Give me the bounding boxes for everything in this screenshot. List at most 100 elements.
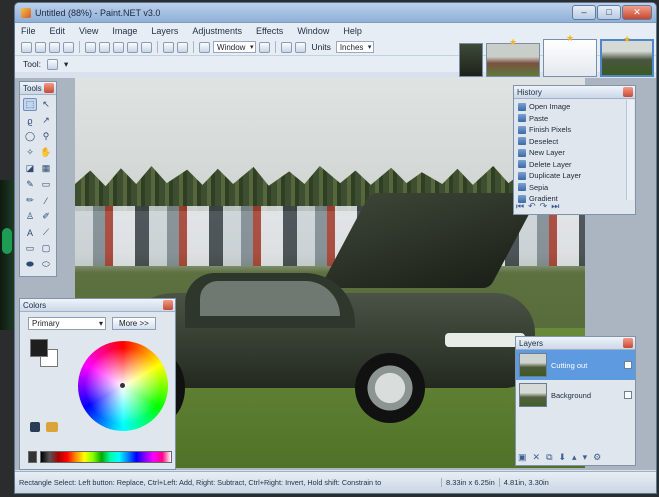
magic-wand-icon[interactable]: ✧ <box>23 146 37 159</box>
history-scrollbar[interactable] <box>626 100 634 200</box>
eraser-icon[interactable]: ▭ <box>39 178 53 191</box>
more-button[interactable]: More >> <box>112 317 156 330</box>
grid-icon[interactable] <box>281 41 293 53</box>
thumbnail-4[interactable]: ★ <box>600 34 654 77</box>
history-panel: History Open Image Paste Finish Pixels D… <box>513 85 636 215</box>
menu-file[interactable]: File <box>21 26 36 36</box>
color-palette[interactable] <box>40 451 172 463</box>
title-bar[interactable]: Untitled (88%) - Paint.NET v3.0 – □ ✕ <box>15 3 656 23</box>
recolor-icon[interactable]: ✐ <box>39 210 53 223</box>
undo-icon[interactable]: ↶ <box>528 201 536 212</box>
close-icon[interactable] <box>623 338 633 348</box>
fast-forward-icon[interactable]: ⏭ <box>551 201 559 212</box>
color-wheel-marker[interactable] <box>120 383 125 388</box>
open-icon[interactable] <box>35 41 46 53</box>
rulers-icon[interactable] <box>295 41 307 53</box>
zoom-in-icon[interactable] <box>259 41 271 53</box>
history-item[interactable]: Sepia <box>518 182 631 194</box>
copy-icon[interactable] <box>99 41 110 53</box>
minimize-button[interactable]: – <box>572 5 596 20</box>
paste-icon[interactable] <box>113 41 124 53</box>
delete-layer-icon[interactable]: ✕ <box>533 452 541 463</box>
text-icon[interactable]: A <box>23 226 37 239</box>
move-selection-icon[interactable]: ↗ <box>39 114 53 127</box>
color-wheel[interactable] <box>78 341 168 431</box>
history-item[interactable]: Finish Pixels <box>518 124 631 136</box>
freeform-shape-icon[interactable]: ⬭ <box>39 258 53 271</box>
menu-adjustments[interactable]: Adjustments <box>192 26 242 36</box>
gradient-icon[interactable]: ▦ <box>39 162 53 175</box>
undo-icon[interactable] <box>163 41 174 53</box>
menu-layers[interactable]: Layers <box>151 26 178 36</box>
tools-panel-header[interactable]: Tools <box>20 82 56 95</box>
new-icon[interactable] <box>21 41 32 53</box>
paint-bucket-icon[interactable]: ◪ <box>23 162 37 175</box>
rounded-rectangle-icon[interactable]: ▢ <box>39 242 53 255</box>
layers-panel-header[interactable]: Layers <box>516 337 635 350</box>
close-button[interactable]: ✕ <box>622 5 652 20</box>
move-icon[interactable]: ↖ <box>39 98 53 111</box>
rectangle-icon[interactable]: ▭ <box>23 242 37 255</box>
selection-mode-icon[interactable] <box>46 58 58 70</box>
history-item[interactable]: New Layer <box>518 147 631 159</box>
history-item[interactable]: Paste <box>518 113 631 125</box>
rewind-icon[interactable]: ⏮ <box>516 201 524 212</box>
color-swap-icon[interactable] <box>46 422 58 432</box>
layer-visibility-checkbox[interactable] <box>624 361 632 369</box>
pencil-icon[interactable]: ✏ <box>23 194 37 207</box>
primary-color-swatch[interactable] <box>30 339 48 357</box>
zoom-dropdown[interactable]: Window <box>213 41 257 53</box>
line-icon[interactable]: ⟋ <box>39 226 53 239</box>
move-layer-up-icon[interactable]: ▴ <box>572 452 577 463</box>
layer-properties-icon[interactable]: ⚙ <box>593 452 601 463</box>
paintbrush-icon[interactable]: ✎ <box>23 178 37 191</box>
redo-icon[interactable] <box>177 41 188 53</box>
thumbnail-3[interactable]: ★ <box>543 33 597 77</box>
maximize-button[interactable]: □ <box>597 5 621 20</box>
cut-icon[interactable] <box>85 41 96 53</box>
rectangle-select-icon[interactable]: ⬚ <box>23 98 37 111</box>
history-item[interactable]: Deselect <box>518 136 631 148</box>
history-item[interactable]: Open Image <box>518 101 631 113</box>
ellipse-icon[interactable]: ⬬ <box>23 258 37 271</box>
menu-edit[interactable]: Edit <box>50 26 66 36</box>
menu-image[interactable]: Image <box>112 26 137 36</box>
close-icon[interactable] <box>163 300 173 310</box>
thumbnail-2[interactable]: ★ <box>486 37 540 77</box>
zoom-icon[interactable] <box>199 41 210 53</box>
clone-stamp-icon[interactable]: ♙ <box>23 210 37 223</box>
chevron-down-icon[interactable]: ▾ <box>64 59 68 70</box>
color-mode-dropdown[interactable]: Primary <box>28 317 106 330</box>
layer-item[interactable]: Cutting out <box>516 350 635 380</box>
menu-window[interactable]: Window <box>297 26 329 36</box>
color-picker-icon[interactable]: ⁄ <box>39 194 53 207</box>
menu-effects[interactable]: Effects <box>256 26 283 36</box>
print-icon[interactable] <box>63 41 74 53</box>
redo-icon[interactable]: ↷ <box>540 201 548 212</box>
menu-help[interactable]: Help <box>343 26 362 36</box>
close-icon[interactable] <box>623 87 633 97</box>
save-icon[interactable] <box>49 41 60 53</box>
layer-item[interactable]: Background <box>516 380 635 410</box>
ellipse-select-icon[interactable]: ◯ <box>23 130 37 143</box>
colors-panel-header[interactable]: Colors <box>20 299 175 312</box>
move-layer-down-icon[interactable]: ▾ <box>583 452 588 463</box>
pan-icon[interactable]: ✋ <box>39 146 53 159</box>
history-item[interactable]: Duplicate Layer <box>518 170 631 182</box>
crop-icon[interactable] <box>127 41 138 53</box>
duplicate-layer-icon[interactable]: ⧉ <box>546 452 552 463</box>
add-layer-icon[interactable]: ▣ <box>518 452 527 463</box>
lasso-icon[interactable]: ϱ <box>23 114 37 127</box>
history-item[interactable]: Delete Layer <box>518 159 631 171</box>
color-reset-icon[interactable] <box>30 422 40 432</box>
menu-view[interactable]: View <box>79 26 98 36</box>
history-panel-header[interactable]: History <box>514 86 635 99</box>
thumbnail-1[interactable] <box>459 43 483 77</box>
units-dropdown[interactable]: Inches <box>335 41 375 53</box>
layer-visibility-checkbox[interactable] <box>624 391 632 399</box>
zoom-tool-icon[interactable]: ⚲ <box>39 130 53 143</box>
merge-layer-icon[interactable]: ⬇ <box>559 452 567 463</box>
palette-gray-swatch[interactable] <box>28 451 37 463</box>
close-icon[interactable] <box>44 83 54 93</box>
deselect-icon[interactable] <box>141 41 152 53</box>
